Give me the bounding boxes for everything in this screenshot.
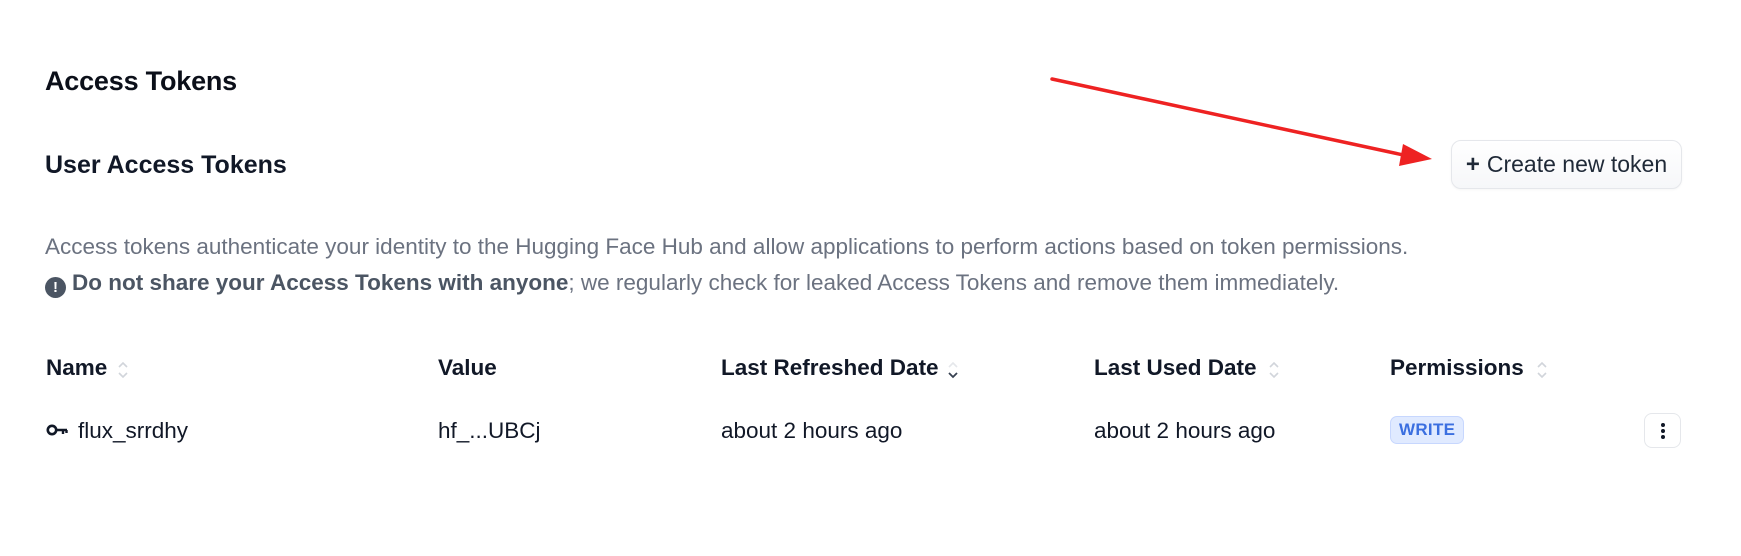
column-header-permissions[interactable]: Permissions [1390,355,1524,381]
create-new-token-button[interactable]: + Create new token [1451,140,1682,189]
column-header-last-used[interactable]: Last Used Date [1094,355,1257,381]
token-last-used: about 2 hours ago [1094,418,1276,443]
token-value[interactable]: hf_...UBCj [438,418,541,444]
plus-icon: + [1465,150,1480,178]
exclamation-circle-icon: ! [45,277,66,298]
create-new-token-label: Create new token [1486,151,1668,177]
warning-line: ! Do not share your Access Tokens with an… [45,265,1408,301]
warning-bold-part1: Do not share your [72,270,270,295]
sort-descending-icon[interactable] [946,358,960,382]
description-line: Access tokens authenticate your identity… [45,234,1409,259]
sort-icon[interactable] [116,358,130,382]
column-header-last-refreshed[interactable]: Last Refreshed Date [721,355,939,381]
page-title: Access Tokens [45,66,238,96]
description: Access tokens authenticate your identity… [45,229,1408,301]
permission-badge: WRITE [1390,416,1465,444]
token-name: flux_srrdhy [78,418,189,443]
sort-icon[interactable] [1267,358,1281,382]
row-menu-button[interactable] [1644,413,1681,448]
section-title: User Access Tokens [45,151,287,179]
sort-icon[interactable] [1535,358,1549,382]
column-header-name[interactable]: Name [46,355,107,381]
column-header-value: Value [438,355,497,380]
warning-bold-access-tokens: Access Tokens [269,270,433,295]
warning-rest: ; we regularly check for leaked Access T… [568,270,1340,295]
key-icon [46,424,68,436]
warning-bold-part2: with anyone [432,270,569,295]
token-last-refreshed: about 2 hours ago [721,418,903,443]
more-vertical-icon [1660,422,1665,439]
